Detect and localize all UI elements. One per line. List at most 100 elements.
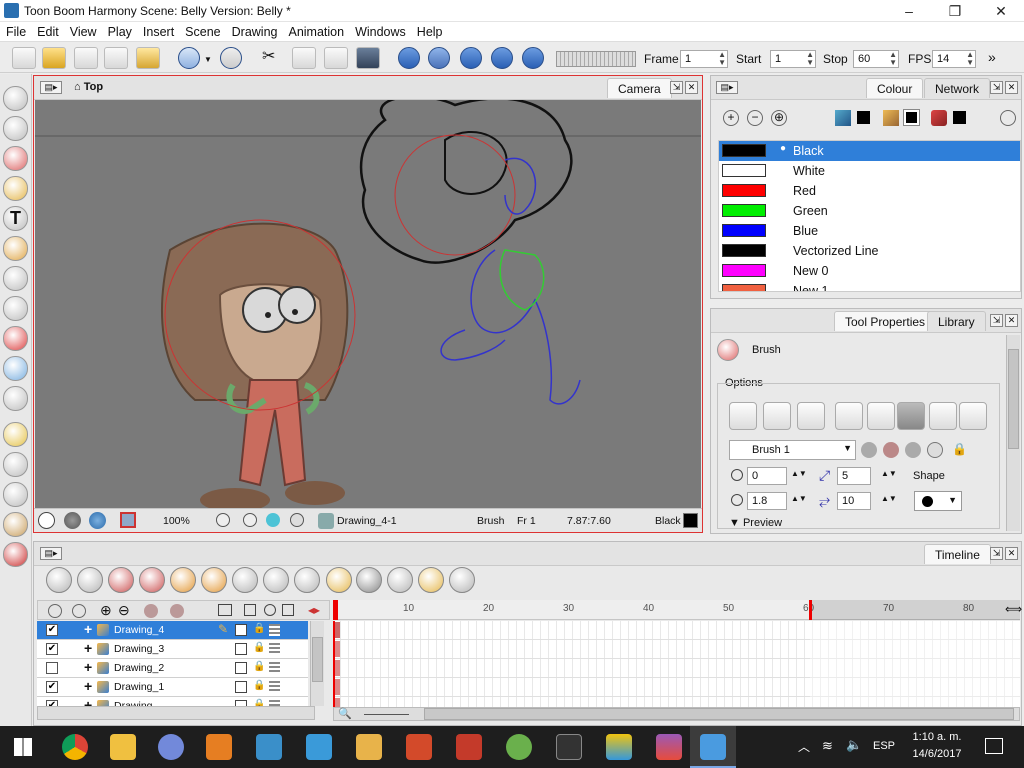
tab-library[interactable]: Library [927,311,986,331]
brush-tool-icon[interactable] [3,146,28,171]
render-settings-icon[interactable] [64,512,81,529]
fill-swatch-frame[interactable] [903,109,920,126]
mario-game-icon[interactable] [406,734,432,760]
chrome-icon[interactable] [62,734,88,760]
clock-date[interactable]: 14/6/2017 [907,748,967,760]
sound-scrub-icon[interactable] [522,47,544,69]
game-icon[interactable] [506,734,532,760]
file-explorer-icon[interactable] [110,734,136,760]
detach-panel-icon[interactable]: ⇲ [670,81,683,94]
tab-network[interactable]: Network [924,78,991,98]
colour-panel-menu-icon[interactable]: ▤▸ [716,81,738,94]
frames-scroll-thumb[interactable] [424,708,1014,720]
layer-colour-box[interactable] [235,624,247,636]
tab-camera[interactable]: Camera [607,78,672,98]
toolprops-scrollbar[interactable] [1006,335,1020,531]
frames-hscrollbar[interactable]: 🔍 [333,707,1020,721]
no-brush-icon[interactable] [763,402,791,430]
insert-blank-cell-icon[interactable] [326,567,352,593]
colour-swatch-row[interactable]: ● Black [719,141,1020,161]
copy-icon[interactable] [292,47,316,69]
timeline-close-icon[interactable]: ✕ [1005,547,1018,560]
tab-colour[interactable]: Colour [866,78,924,98]
set-ease-icon[interactable] [294,567,320,593]
layer-visibility-checkbox[interactable]: ✔ [46,681,58,693]
play-selection-icon[interactable] [428,47,450,69]
min-size-field[interactable]: 0 [747,467,787,485]
menu-view[interactable]: View [64,22,102,39]
cut-icon[interactable]: ✂ [262,47,286,69]
fps-field[interactable]: 14 ▲ ▼ [932,50,976,68]
contour-smoothness-spinner[interactable]: ▲▼ [881,494,897,503]
layer-colour-box[interactable] [235,662,247,674]
paint-tool-icon[interactable] [3,356,28,381]
add-layers-icon[interactable] [77,567,103,593]
paint-unpainted-icon[interactable] [931,110,947,126]
auto-fill-icon[interactable] [797,402,825,430]
sound-icon[interactable] [491,47,513,69]
add-peg-icon[interactable] [144,604,158,618]
lock-column-icon[interactable] [244,604,256,616]
scene-settings-icon[interactable] [356,47,380,69]
lock-colour-icon[interactable] [897,402,925,430]
fill-colour-icon[interactable] [883,110,899,126]
close-button[interactable]: ✕ [978,0,1024,22]
audio-recorder-icon[interactable] [206,734,232,760]
colour-swatch-row[interactable]: Blue [719,221,1020,241]
paste-icon[interactable] [324,47,348,69]
mario-game-2-icon[interactable] [456,734,482,760]
redo-icon[interactable] [220,47,242,69]
drawing-canvas[interactable] [35,100,701,508]
onion-skin-tool-icon[interactable] [3,542,28,567]
timeline-layer-row[interactable]: ✔ + Drawing_3 🔒 [37,640,308,659]
stop-field[interactable]: 60 ▲ ▼ [853,50,899,68]
menu-drawing[interactable]: Drawing [226,22,283,39]
safe-area-icon[interactable] [120,512,136,528]
layer-colour-box[interactable] [235,643,247,655]
layer-scrollbar[interactable] [310,621,324,706]
min-size-spinner[interactable]: ▲▼ [791,469,807,478]
ease-in-icon[interactable] [232,567,258,593]
layer-colour-box[interactable] [235,681,247,693]
hand-tool-icon[interactable] [3,386,28,411]
ink-tool-icon[interactable] [3,266,28,291]
paint-tool-app-icon[interactable] [606,734,632,760]
morph-tool-icon[interactable] [3,422,28,447]
layer-lock-icon[interactable]: 🔒 [253,680,265,691]
breadcrumb[interactable]: ⌂ Top [74,81,103,93]
language-indicator[interactable]: ESP [873,740,895,752]
preview-toggle[interactable]: ▼ Preview [729,517,782,529]
menu-help[interactable]: Help [411,22,448,39]
select-tool-icon[interactable] [3,86,28,111]
layer-hscrollbar[interactable] [37,706,315,720]
colour-swatch-row[interactable]: White [719,161,1020,181]
volume-icon[interactable]: 🔈 [846,737,862,753]
lock-icon[interactable]: 🔒 [952,442,967,456]
frame-field[interactable]: 1 ▲ ▼ [680,50,728,68]
timeline-layer-row[interactable]: + Drawing_2 🔒 [37,659,308,678]
contour-editor-tool-icon[interactable] [3,116,28,141]
max-size-spinner[interactable]: ▲▼ [881,469,897,478]
play-icon[interactable] [398,47,420,69]
clock-time[interactable]: 1:10 a. m. [911,731,963,743]
timeline-zoom-icon[interactable]: 🔍 [338,707,352,720]
text-preset-icon[interactable] [927,442,943,458]
lock-all-icon[interactable] [72,604,86,618]
import-icon[interactable] [136,47,160,69]
notifications-icon[interactable] [985,738,1003,754]
layer-stack-icon[interactable] [269,662,280,674]
timeline-layer-row[interactable]: ✔ + Drawing_1 🔒 [37,678,308,697]
app-icon-dark[interactable] [556,734,582,760]
movie-maker-icon[interactable] [306,734,332,760]
function-editor-icon[interactable] [418,567,444,593]
auto-close-gap-icon[interactable] [867,402,895,430]
minimize-button[interactable]: – [886,0,932,22]
onion-skin-icon[interactable] [243,513,257,527]
eraser-tool-icon[interactable] [3,236,28,261]
stop-marker[interactable] [809,600,812,620]
draw-behind-icon[interactable] [729,402,757,430]
check-icon[interactable] [387,567,413,593]
current-color-swatch[interactable] [683,513,698,528]
menu-scene[interactable]: Scene [179,22,225,39]
toolprops-close-icon[interactable]: ✕ [1005,314,1018,327]
